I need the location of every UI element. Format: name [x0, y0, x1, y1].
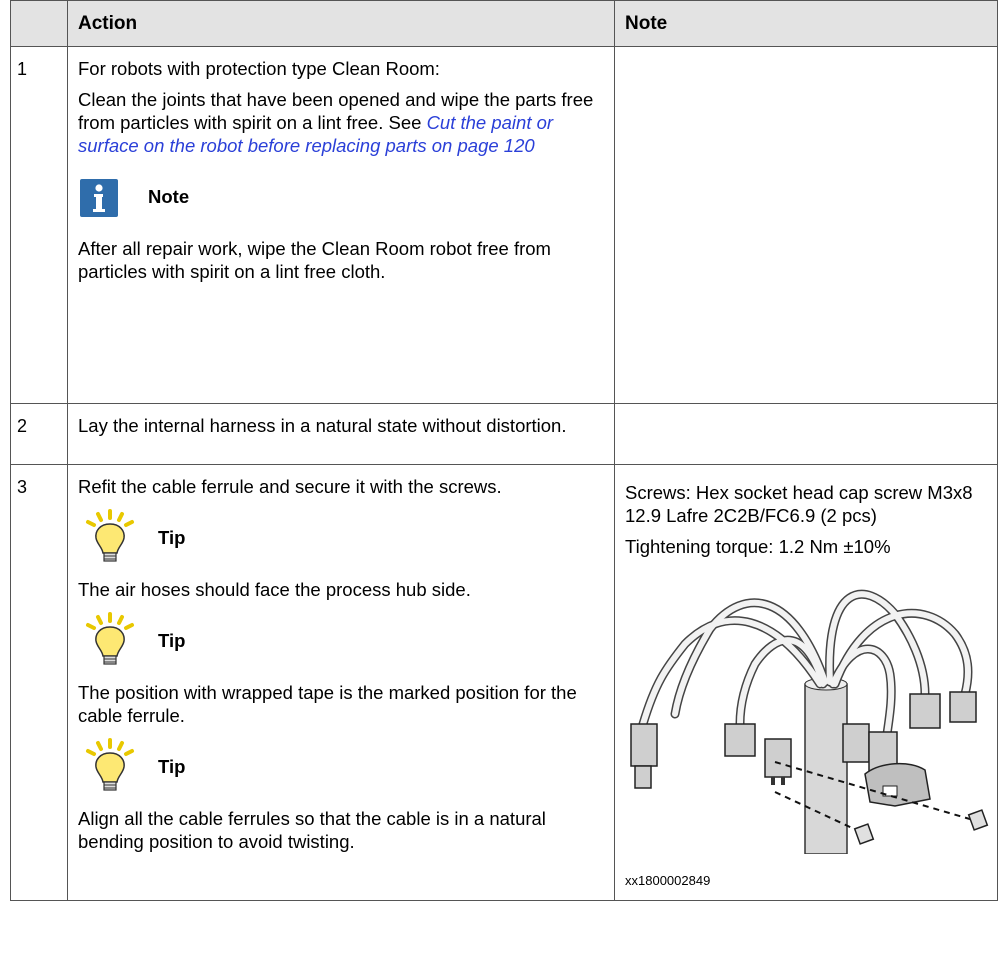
header-action-label: Action	[78, 12, 138, 34]
action-cell: Refit the cable ferrule and secure it wi…	[67, 464, 615, 901]
tip-title: Tip	[158, 526, 186, 548]
tip-callout: Tip	[78, 735, 606, 797]
header-row: Action Note	[10, 0, 998, 47]
lightbulb-icon	[86, 612, 134, 665]
step-number-text: 3	[17, 477, 28, 497]
action-text: For robots with protection type Clean Ro…	[78, 58, 440, 79]
tip-callout: Tip	[78, 609, 606, 671]
tip-title: Tip	[158, 755, 186, 777]
header-note: Note	[614, 0, 998, 47]
cable-ferrule-illustration	[630, 589, 989, 855]
tip-text: Align all the cable ferrules so that the…	[78, 808, 546, 852]
action-cell: Lay the internal harness in a natural st…	[67, 403, 615, 465]
action-text: Lay the internal harness in a natural st…	[78, 415, 567, 436]
action-text: Refit the cable ferrule and secure it wi…	[78, 476, 502, 497]
note-cell	[614, 46, 998, 404]
action-cell: For robots with protection type Clean Ro…	[67, 46, 615, 404]
step-number-text: 2	[17, 416, 28, 436]
tip-text: The air hoses should face the process hu…	[78, 579, 471, 600]
note-text: After all repair work, wipe the Clean Ro…	[78, 238, 551, 282]
screw-spec: Screws: Hex socket head cap screw M3x8 1…	[625, 482, 973, 526]
header-action: Action	[67, 0, 615, 47]
tip-callout: Tip	[78, 506, 606, 568]
step-number: 1	[10, 46, 68, 404]
info-note-icon	[80, 179, 118, 217]
tip-text: The position with wrapped tape is the ma…	[78, 682, 577, 726]
step-number: 3	[10, 464, 68, 901]
header-number	[10, 0, 68, 47]
step-number: 2	[10, 403, 68, 465]
action-text: Clean the joints that have been opened a…	[78, 88, 606, 157]
table-row: 1 For robots with protection type Clean …	[10, 46, 998, 404]
note-callout: Note	[78, 165, 606, 227]
figure-caption: xx1800002849	[625, 873, 711, 888]
note-title: Note	[148, 185, 190, 207]
lightbulb-icon	[86, 738, 134, 791]
step-number-text: 1	[17, 59, 28, 79]
torque-spec: Tightening torque: 1.2 Nm ±10%	[625, 536, 891, 557]
tip-title: Tip	[158, 629, 186, 651]
lightbulb-icon	[86, 509, 134, 562]
header-note-label: Note	[625, 12, 668, 34]
procedure-table: Action Note 1 For robots with protection…	[10, 0, 998, 901]
table-row: 2 Lay the internal harness in a natural …	[10, 403, 998, 465]
note-cell	[614, 403, 998, 465]
note-cell: Screws: Hex socket head cap screw M3x8 1…	[614, 464, 998, 901]
table-row: 3 Refit the cable ferrule and secure it …	[10, 464, 998, 901]
